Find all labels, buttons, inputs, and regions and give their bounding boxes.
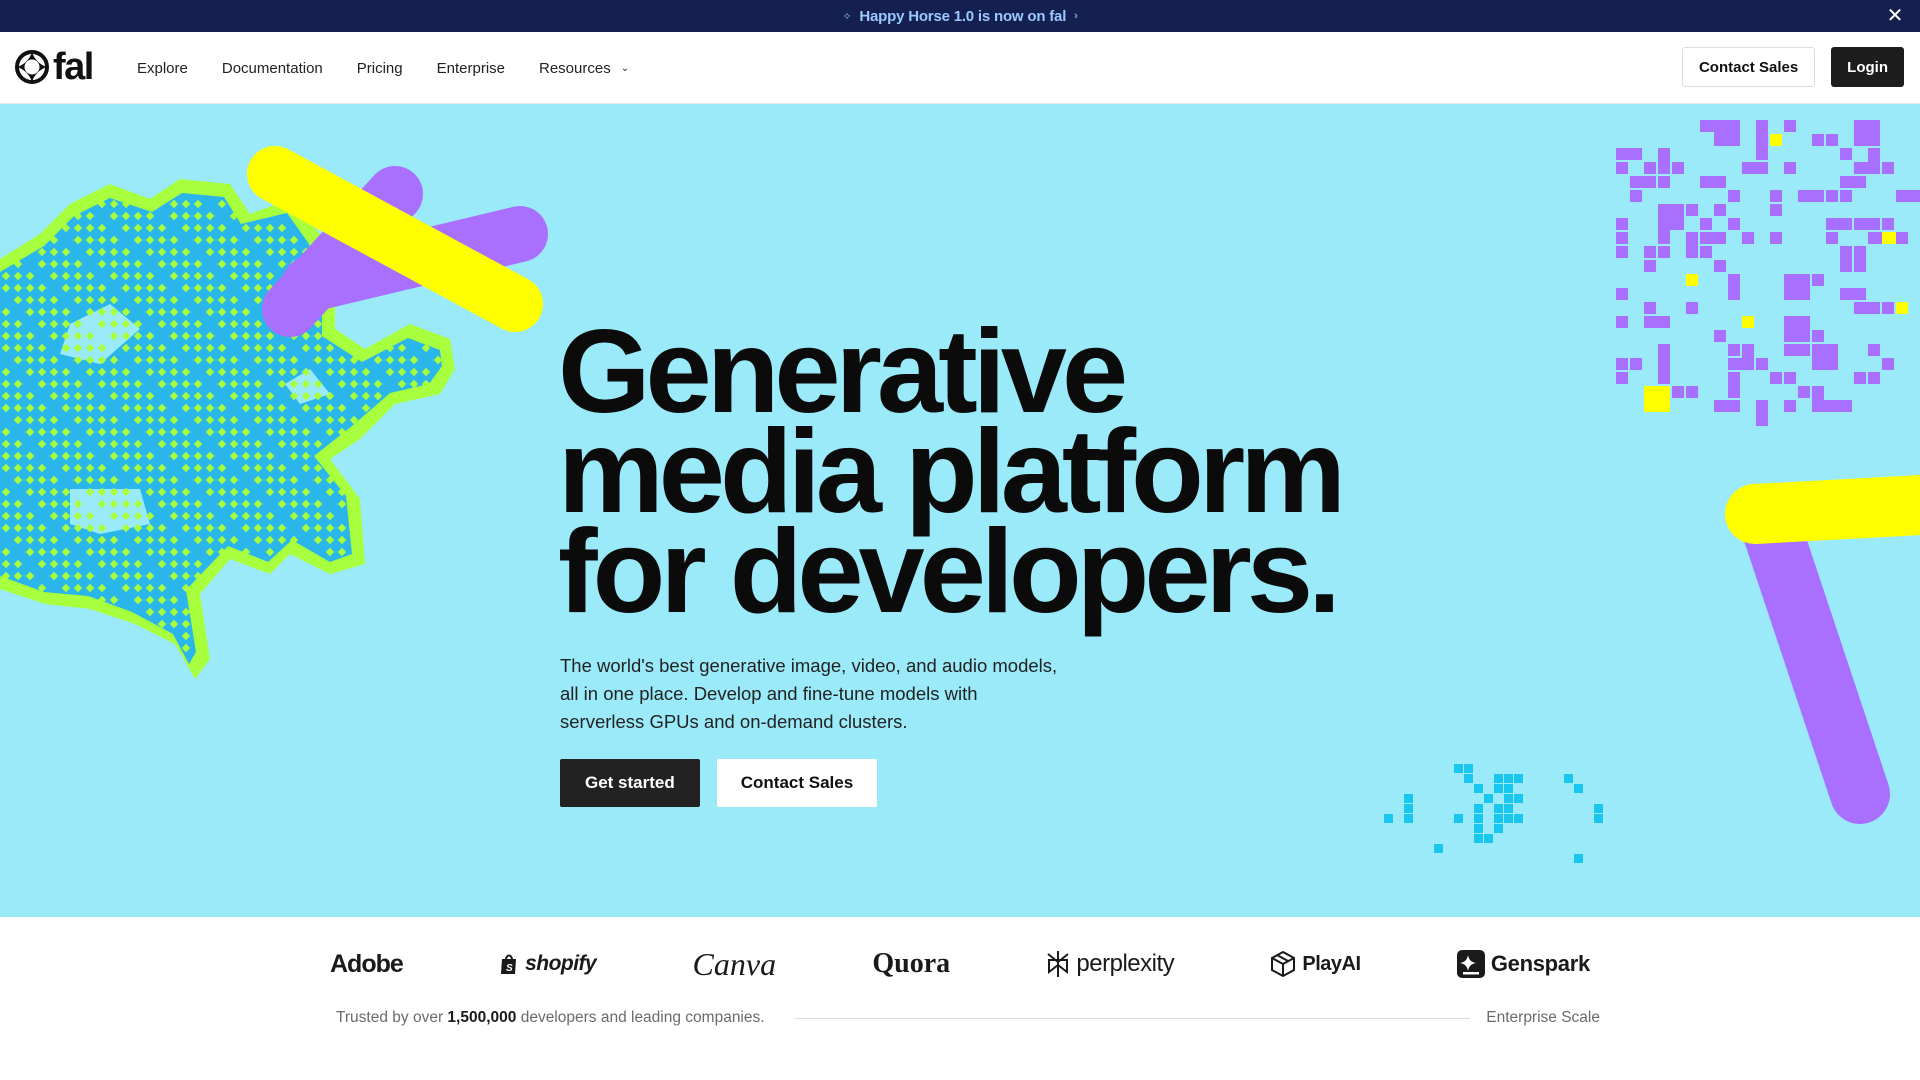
enterprise-scale-label: Enterprise Scale xyxy=(1486,1009,1600,1026)
genspark-logo: Genspark xyxy=(1456,950,1590,978)
shopify-logo: S shopify xyxy=(499,952,597,976)
perplexity-wordmark: perplexity xyxy=(1076,950,1175,977)
announcement-text: Happy Horse 1.0 is now on fal xyxy=(859,7,1067,25)
hero-title: Generative media platform for developers… xyxy=(558,312,1458,638)
hero-contact-sales-button[interactable]: Contact Sales xyxy=(716,759,878,807)
nav-link-enterprise[interactable]: Enterprise xyxy=(437,60,505,77)
chevron-right-icon: › xyxy=(1074,10,1078,22)
trust-row: Trusted by over 1,500,000 developers and… xyxy=(336,1007,1600,1029)
cyan-pixel-scatter xyxy=(1384,764,1603,863)
hero-cta-group: Get started Contact Sales xyxy=(560,759,878,807)
fal-logo-icon xyxy=(15,50,49,84)
trust-count: 1,500,000 xyxy=(447,1009,517,1026)
trust-suffix: developers and leading companies. xyxy=(516,1009,765,1026)
shopify-bag-icon: S xyxy=(501,954,517,974)
top-navbar: fal Explore Documentation Pricing Enterp… xyxy=(0,32,1920,104)
quora-logo: Quora xyxy=(872,948,951,979)
yellow-bar-right xyxy=(1725,475,1920,544)
purple-pixel-scatter xyxy=(1616,120,1920,426)
perplexity-mark-icon xyxy=(1047,951,1070,977)
canva-logo: Canva xyxy=(692,945,777,982)
genspark-wordmark: Genspark xyxy=(1490,951,1590,976)
chevron-down-icon: ⌄ xyxy=(620,62,630,74)
fal-logo[interactable]: fal xyxy=(15,46,94,88)
nav-actions: Contact Sales Login xyxy=(1681,47,1904,87)
playai-cube-icon xyxy=(1271,950,1296,978)
svg-text:S: S xyxy=(506,963,513,974)
nav-link-resources[interactable]: Resources ⌄ xyxy=(539,60,629,77)
hero-title-line-3: for developers. xyxy=(558,505,1341,638)
divider-line xyxy=(794,1017,1471,1019)
playai-logo: PlayAI xyxy=(1270,950,1361,978)
playai-wordmark: PlayAI xyxy=(1302,952,1361,975)
get-started-button[interactable]: Get started xyxy=(560,759,700,807)
login-button[interactable]: Login xyxy=(1831,47,1904,87)
hero-subtitle: The world's best generative image, video… xyxy=(560,655,1058,732)
nav-link-explore[interactable]: Explore xyxy=(137,60,188,77)
shopify-wordmark: shopify xyxy=(525,952,597,975)
customer-logos-section: Adobe S shopify Canva Quora perplexity P… xyxy=(0,917,1920,1080)
hero-section: Generative media platform for developers… xyxy=(0,104,1920,917)
adobe-logo: Adobe xyxy=(330,949,404,978)
logo-row: Adobe S shopify Canva Quora perplexity P… xyxy=(330,943,1590,985)
sparkle-icon: ✧ xyxy=(842,10,852,23)
announcement-bar: ✧ Happy Horse 1.0 is now on fal › ✕ xyxy=(0,0,1920,32)
trust-prefix: Trusted by over xyxy=(336,1009,448,1026)
perplexity-logo: perplexity xyxy=(1046,950,1175,978)
nav-link-resources-label: Resources xyxy=(539,59,611,77)
nav-link-pricing[interactable]: Pricing xyxy=(357,60,403,77)
contact-sales-button[interactable]: Contact Sales xyxy=(1681,47,1816,87)
announcement-link[interactable]: ✧ Happy Horse 1.0 is now on fal › xyxy=(842,8,1077,25)
purple-bar-right xyxy=(1740,494,1890,824)
nav-link-documentation[interactable]: Documentation xyxy=(222,60,323,77)
genspark-mark-icon xyxy=(1456,950,1485,978)
logo-wordmark: fal xyxy=(53,46,94,88)
trust-statement: Trusted by over 1,500,000 developers and… xyxy=(336,1009,765,1027)
close-icon[interactable]: ✕ xyxy=(1884,5,1906,27)
nav-links: Explore Documentation Pricing Enterprise… xyxy=(137,32,629,104)
